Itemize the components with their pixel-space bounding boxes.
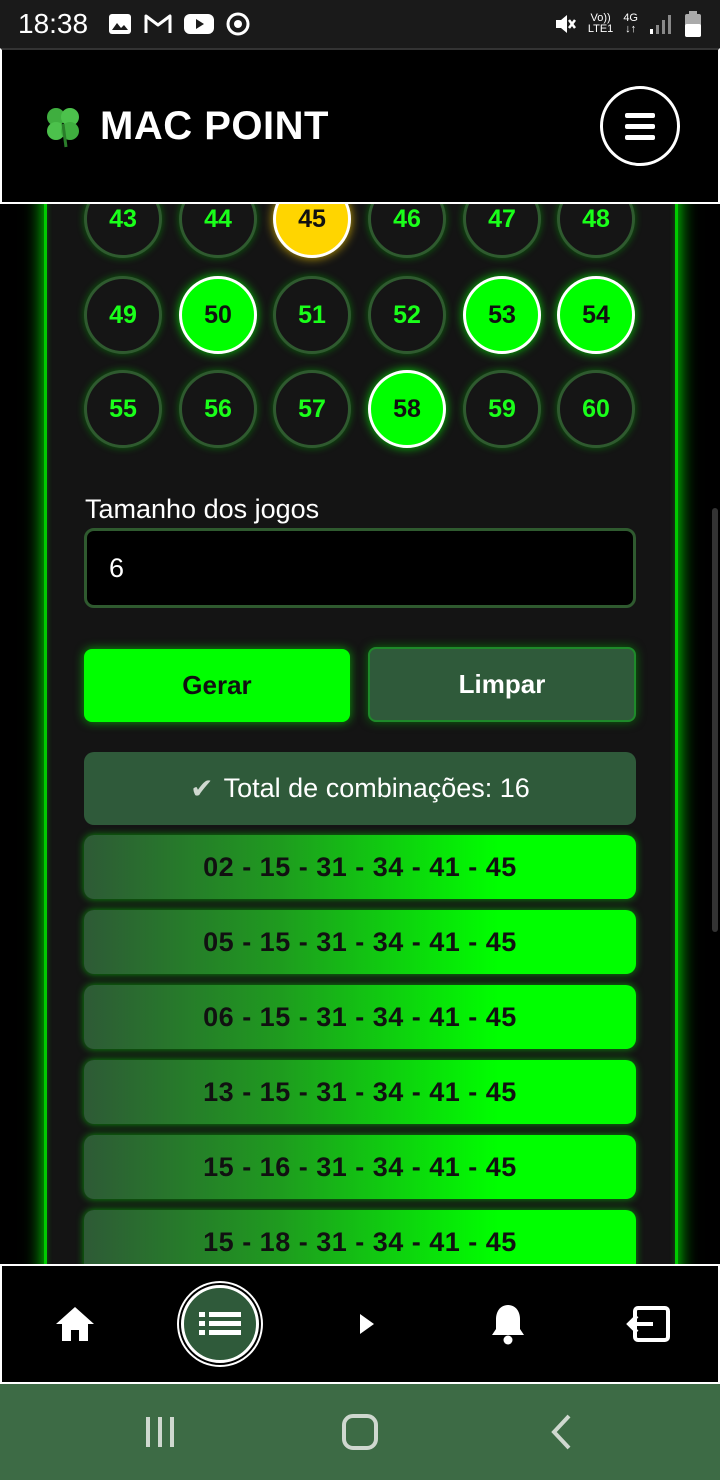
volte-indicator: Vo)) LTE1 xyxy=(588,13,613,35)
nav-notifications[interactable] xyxy=(472,1266,544,1382)
clear-button[interactable]: Limpar xyxy=(368,647,636,722)
clover-icon xyxy=(47,108,79,148)
combination-item: 02 - 15 - 31 - 34 - 41 - 45 xyxy=(84,835,636,899)
list-icon xyxy=(199,1312,241,1335)
mute-icon xyxy=(555,15,576,33)
network-type: 4G ↓↑ xyxy=(623,13,638,35)
number-ball-59[interactable]: 59 xyxy=(463,370,541,448)
battery-icon xyxy=(685,11,701,37)
status-bar: 18:38 Vo)) LTE1 4G ↓↑ xyxy=(0,0,720,48)
game-size-input[interactable] xyxy=(84,528,636,608)
signal-icon xyxy=(650,15,671,34)
recents-button[interactable] xyxy=(120,1384,200,1480)
number-ball-56[interactable]: 56 xyxy=(179,370,257,448)
number-ball-51[interactable]: 51 xyxy=(273,276,351,354)
gallery-icon xyxy=(109,14,132,34)
number-ball-60[interactable]: 60 xyxy=(557,370,635,448)
scrollbar[interactable] xyxy=(712,508,718,932)
generate-button[interactable]: Gerar xyxy=(84,649,350,722)
back-icon xyxy=(551,1414,571,1450)
logout-icon xyxy=(626,1306,670,1342)
combination-item: 15 - 16 - 31 - 34 - 41 - 45 xyxy=(84,1135,636,1199)
menu-button[interactable] xyxy=(600,86,680,166)
total-combinations-text: Total de combinações: 16 xyxy=(223,773,530,803)
lte-text: LTE1 xyxy=(587,23,614,35)
number-ball-54[interactable]: 54 xyxy=(557,276,635,354)
nav-play[interactable] xyxy=(332,1266,402,1382)
youtube-icon xyxy=(184,14,215,34)
total-combinations-box: ✔ Total de combinações: 16 xyxy=(84,752,636,825)
nav-list[interactable] xyxy=(180,1266,260,1382)
home-system-button[interactable] xyxy=(320,1384,400,1480)
play-icon xyxy=(360,1314,374,1334)
check-icon: ✔ xyxy=(190,773,214,804)
system-nav-bar xyxy=(0,1384,720,1480)
number-ball-55[interactable]: 55 xyxy=(84,370,162,448)
home-icon xyxy=(56,1307,94,1341)
recents-icon xyxy=(146,1417,174,1447)
hamburger-icon xyxy=(625,134,655,140)
bell-icon xyxy=(492,1305,524,1345)
hamburger-icon xyxy=(625,123,655,129)
status-time: 18:38 xyxy=(18,8,89,39)
number-ball-53[interactable]: 53 xyxy=(463,276,541,354)
combination-item: 05 - 15 - 31 - 34 - 41 - 45 xyxy=(84,910,636,974)
combination-item: 06 - 15 - 31 - 34 - 41 - 45 xyxy=(84,985,636,1049)
game-size-label: Tamanho dos jogos xyxy=(85,494,320,524)
app-title: MAC POINT xyxy=(100,103,329,148)
chrome-icon xyxy=(226,12,250,36)
number-ball-52[interactable]: 52 xyxy=(368,276,446,354)
nav-logout[interactable] xyxy=(610,1266,686,1382)
list-button[interactable] xyxy=(181,1285,259,1363)
data-arrows-icon: ↓↑ xyxy=(625,23,637,35)
nav-home[interactable] xyxy=(32,1266,118,1382)
combination-item: 13 - 15 - 31 - 34 - 41 - 45 xyxy=(84,1060,636,1124)
hamburger-icon xyxy=(625,112,655,118)
app-header: MAC POINT xyxy=(0,48,720,204)
number-ball-58[interactable]: 58 xyxy=(368,370,446,448)
home-system-icon xyxy=(342,1414,378,1450)
number-ball-57[interactable]: 57 xyxy=(273,370,351,448)
back-button[interactable] xyxy=(522,1384,602,1480)
number-ball-50[interactable]: 50 xyxy=(179,276,257,354)
bottom-nav xyxy=(0,1264,720,1384)
gmail-icon xyxy=(144,14,172,33)
number-ball-49[interactable]: 49 xyxy=(84,276,162,354)
